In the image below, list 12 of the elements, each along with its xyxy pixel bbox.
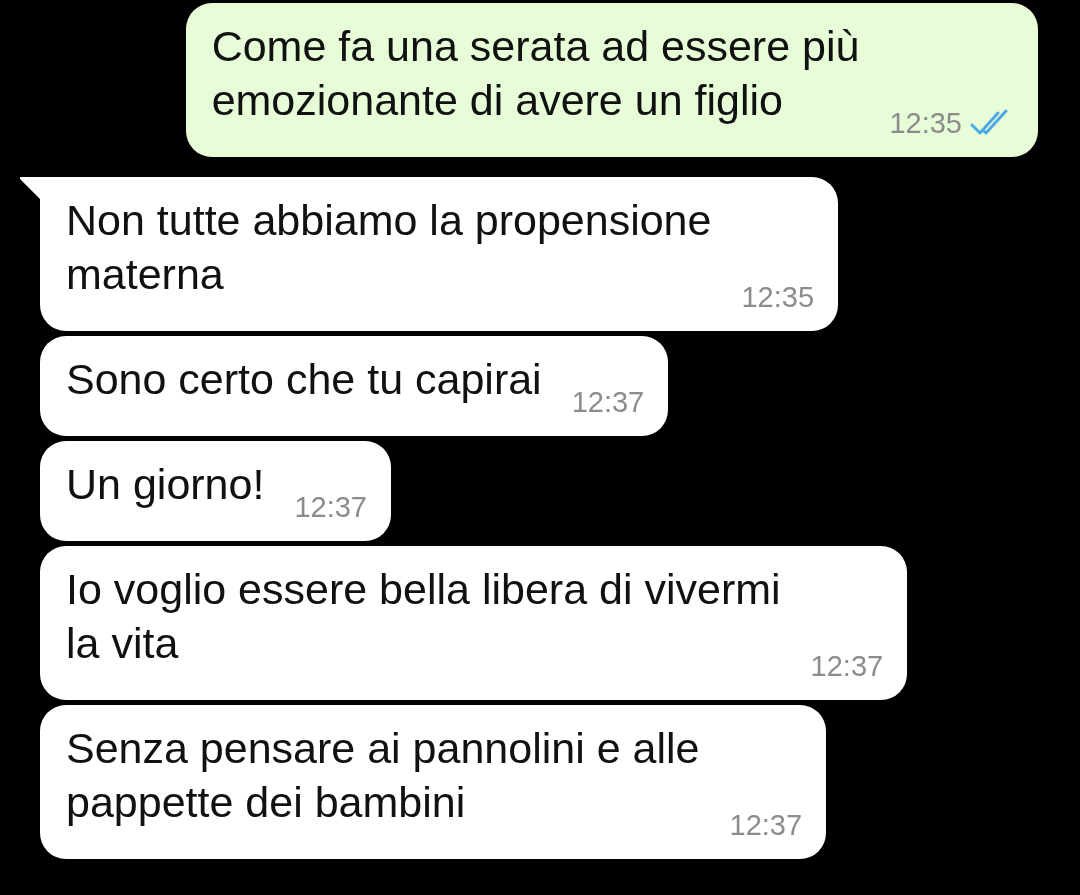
message-text: Un giorno! (66, 459, 265, 510)
message-time: 12:37 (571, 385, 645, 420)
message-time: 12:37 (729, 808, 803, 843)
message-time: 12:35 (889, 106, 962, 141)
message-time: 12:37 (294, 490, 367, 525)
message-text: Io voglio essere bella libera di vivermi la vita (66, 564, 781, 669)
message-text: Come fa una serata ad essere più emozionante di avere un figlio (211, 21, 860, 126)
message-time: 12:35 (741, 280, 815, 315)
message-text: Sono certo che tu capirai (66, 354, 542, 405)
message-text: Senza pensare ai pannolini e alle pappette dei bambini (66, 723, 700, 828)
message-time: 12:37 (810, 649, 884, 684)
message-text: Non tutte abbiamo la propensione materna (66, 195, 712, 300)
